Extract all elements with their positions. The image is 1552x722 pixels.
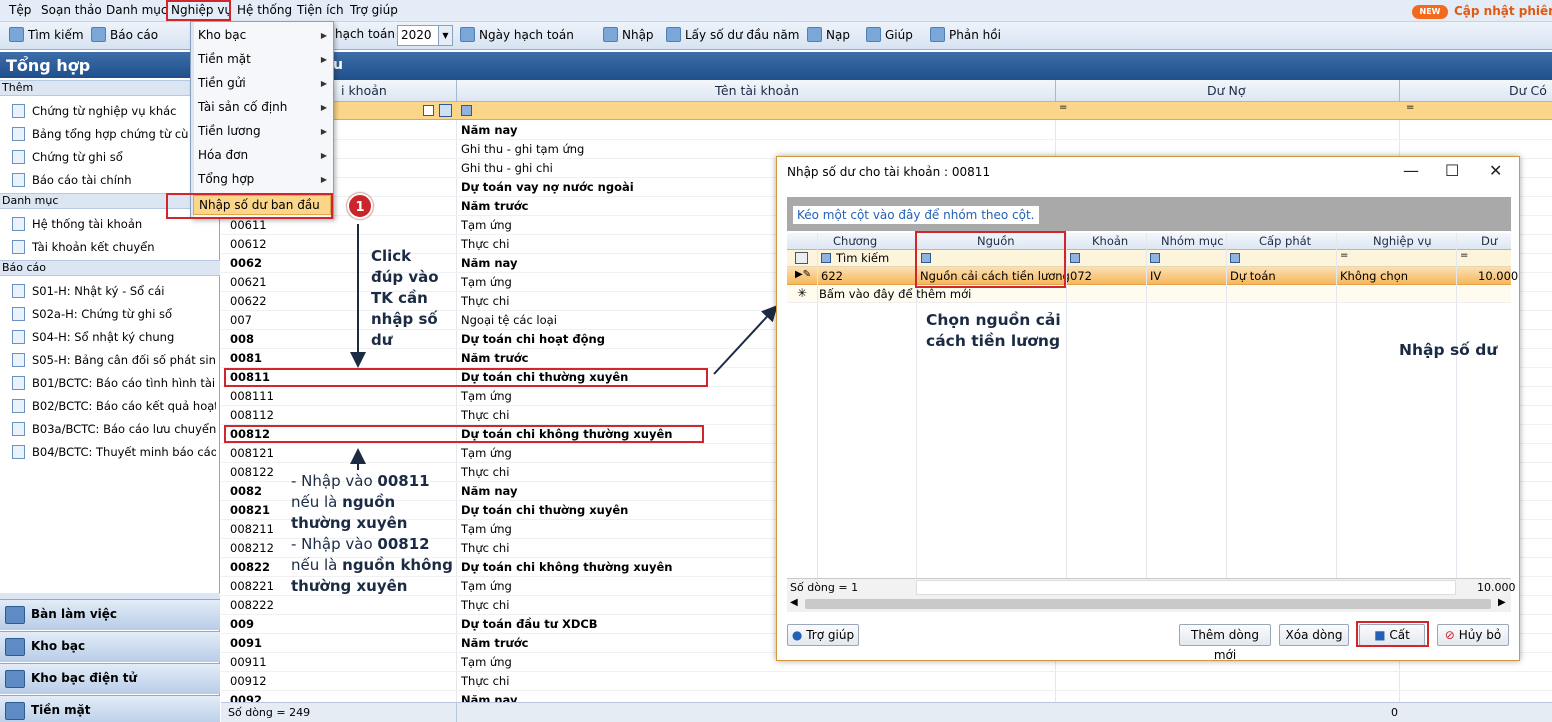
col-item-group[interactable]: Nhóm mục — [1161, 234, 1224, 248]
filter-equals-icon: = — [1460, 250, 1469, 261]
save-button-highlight — [1356, 621, 1429, 647]
filter-icon — [1150, 253, 1160, 263]
dialog-grid-footer: Số dòng = 1 10.000 — [787, 578, 1516, 596]
col-chapter[interactable]: Chương — [833, 234, 877, 248]
dialog-data-row[interactable]: ▶✎ 622 Nguồn cải cách tiền lương 072 IV … — [787, 267, 1518, 285]
col-operation[interactable]: Nghiệp vụ — [1373, 234, 1432, 248]
cancel-icon: ⊘ — [1444, 628, 1455, 642]
dialog-title: Nhập số dư cho tài khoản : 00811 — [787, 165, 991, 179]
filter-icon — [1070, 253, 1080, 263]
search-filter-label: Tìm kiếm — [836, 251, 890, 265]
cancel-button[interactable]: ⊘ Hủy bỏ — [1437, 624, 1509, 646]
enter-balance-note: Nhập số dư — [1399, 341, 1498, 359]
edit-row-icon: ▶✎ — [795, 269, 812, 280]
minimize-icon[interactable]: — — [1403, 161, 1419, 180]
filter-equals-icon: = — [1340, 250, 1349, 261]
scroll-left-icon[interactable]: ◀ — [790, 597, 798, 608]
col-allocation[interactable]: Cấp phát — [1259, 234, 1311, 248]
dialog-filter-row[interactable]: Tìm kiếm = = — [787, 250, 1511, 267]
filter-icon — [821, 253, 831, 263]
clear-filter-icon[interactable] — [795, 252, 808, 264]
maximize-icon[interactable]: ☐ — [1445, 161, 1459, 180]
choose-source-note: Chọn nguồn cải cách tiền lương — [926, 311, 1061, 350]
scroll-thumb[interactable] — [805, 599, 1491, 609]
opening-balance-dialog: Nhập số dư cho tài khoản : 00811 — ☐ ✕ K… — [776, 156, 1520, 662]
source-column-highlight — [915, 231, 1066, 288]
delete-row-button[interactable]: Xóa dòng — [1279, 624, 1349, 646]
col-item[interactable]: Khoản — [1092, 234, 1128, 248]
add-row-button[interactable]: Thêm dòng mới — [1179, 624, 1271, 662]
scroll-right-icon[interactable]: ▶ — [1498, 597, 1506, 608]
group-by-panel[interactable]: Kéo một cột vào đây để nhóm theo cột. — [787, 197, 1511, 231]
asterisk-icon: ✳ — [797, 286, 808, 300]
arrow-to-dialog — [713, 305, 778, 375]
close-icon[interactable]: ✕ — [1489, 161, 1502, 180]
horizontal-scrollbar[interactable]: ◀ ▶ — [787, 596, 1511, 612]
dialog-new-row[interactable]: ✳ Bấm vào đây để thêm mới — [787, 285, 1511, 303]
dialog-help-button[interactable]: ● Trợ giúp — [787, 624, 859, 646]
filter-icon — [1230, 253, 1240, 263]
help-icon: ● — [791, 628, 803, 642]
dialog-grid-header: Chương Nguồn Khoản Nhóm mục Cấp phát Ngh… — [787, 233, 1511, 262]
